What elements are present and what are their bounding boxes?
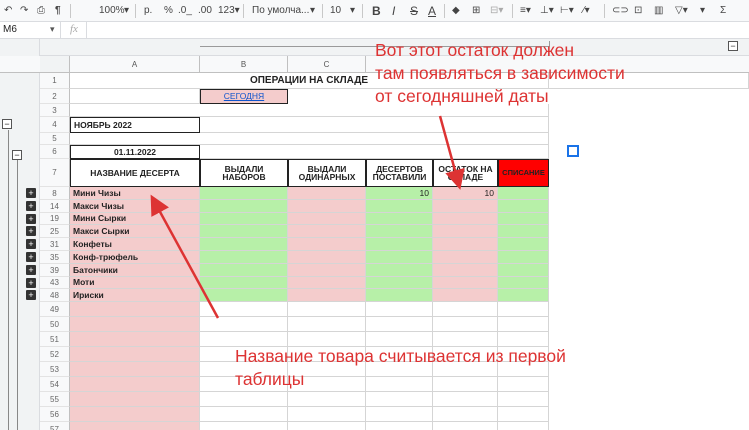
- annotation-arrows: [150, 115, 465, 319]
- arrow-to-balance: [438, 115, 465, 190]
- arrow-to-name: [150, 194, 220, 319]
- spreadsheet-window: ↶ ↷ ⎙ ¶ 100% ▾ р. % .0_ .00 123▾ По умол…: [0, 0, 749, 430]
